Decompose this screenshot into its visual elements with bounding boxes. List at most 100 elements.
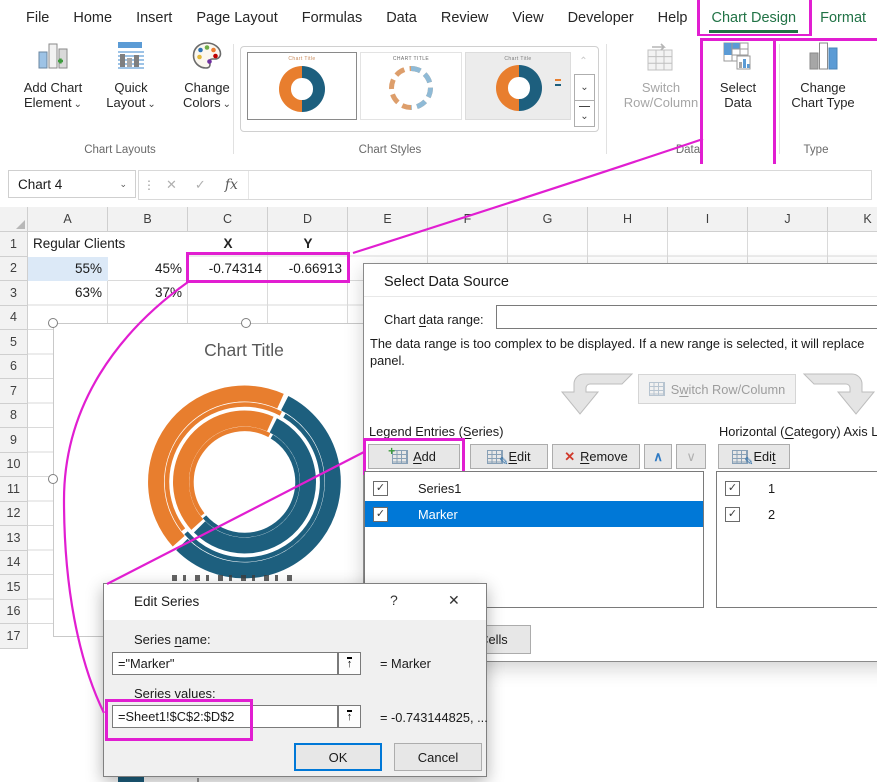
row-header-10[interactable]: 10 [0,453,28,478]
edit-series-button[interactable]: ✎ Edit [470,444,548,469]
checkbox-category-1[interactable]: ✓ [725,481,740,496]
change-colors-button[interactable]: Change Colors⌄ [174,40,240,156]
col-header-A[interactable]: A [28,207,108,232]
chart-style-thumbnail-1[interactable]: Chart Title [247,52,357,120]
select-data-button[interactable]: Select Data [705,40,771,156]
ok-button[interactable]: OK [294,743,382,771]
select-all-corner[interactable] [0,207,28,232]
series-name-input[interactable]: ="Marker" [112,652,338,675]
category-row-1[interactable]: ✓1 [717,475,877,501]
col-header-I[interactable]: I [668,207,748,232]
row-header-11[interactable]: 11 [0,477,28,502]
series-row-series1[interactable]: ✓Series1 [365,475,703,501]
tab-insert[interactable]: Insert [124,2,184,35]
cell-D1[interactable]: Y [268,232,348,257]
tab-view[interactable]: View [500,2,555,35]
col-header-B[interactable]: B [108,207,188,232]
col-header-D[interactable]: D [268,207,348,232]
row-header-2[interactable]: 2 [0,257,28,282]
cell-B3[interactable]: 37% [108,281,188,306]
chart-handle-top-center[interactable] [241,318,251,328]
row-header-8[interactable]: 8 [0,404,28,429]
col-header-C[interactable]: C [188,207,268,232]
enter-icon[interactable]: ✓ [186,177,215,193]
col-header-J[interactable]: J [748,207,828,232]
insert-function-icon[interactable]: fx [215,177,248,193]
remove-series-button[interactable]: ✕ Remove [552,444,640,469]
col-header-K[interactable]: K [828,207,877,232]
chart-handle-mid-left[interactable] [48,474,58,484]
row-header-9[interactable]: 9 [0,428,28,453]
quick-layout-button[interactable]: Quick Layout⌄ [92,40,170,156]
tab-review[interactable]: Review [429,2,501,35]
switch-row-column-dialog-button: Switch Row/Column [638,374,796,404]
formula-input[interactable] [249,171,871,199]
row-header-14[interactable]: 14 [0,551,28,576]
series-values-input[interactable]: =Sheet1!$C$2:$D$2 [112,705,338,728]
chart-handle-top-left[interactable] [48,318,58,328]
row-header-13[interactable]: 13 [0,526,28,551]
gallery-more-button[interactable]: ⌄ [574,100,595,127]
legend-fragment [172,575,297,581]
name-box[interactable]: Chart 4 ⌄ [8,170,136,198]
cell-C2[interactable]: -0.74314 [188,257,268,282]
add-chart-element-button[interactable]: Add Chart Element⌄ [14,40,92,156]
gallery-scroll-up-button[interactable]: ⌃ [574,49,593,74]
row-header-16[interactable]: 16 [0,600,28,625]
tab-chart-design[interactable]: Chart Design [699,2,808,35]
cell-B2[interactable]: 45% [108,257,188,282]
tab-data[interactable]: Data [374,2,429,35]
quick-layout-icon [115,40,147,74]
gallery-scroll-down-button[interactable]: ⌄ [574,74,595,101]
row-header-6[interactable]: 6 [0,355,28,380]
row-header-15[interactable]: 15 [0,575,28,600]
chart-style-thumbnail-3[interactable]: Chart Title [465,52,571,120]
row-header-1[interactable]: 1 [0,232,28,257]
row-header-7[interactable]: 7 [0,379,28,404]
row-header-5[interactable]: 5 [0,330,28,355]
chart-data-range-input[interactable] [496,305,877,329]
row-header-4[interactable]: 4 [0,306,28,331]
add-series-button[interactable]: + Add [368,444,460,469]
dialog-title: Edit Series [134,594,199,609]
tab-format[interactable]: Format [808,2,877,35]
formula-bar-grip[interactable]: ⋮ [139,178,157,192]
row-header-17[interactable]: 17 [0,624,28,649]
cell-D2[interactable]: -0.66913 [268,257,348,282]
checkbox-category-2[interactable]: ✓ [725,507,740,522]
close-icon[interactable]: ✕ [448,592,460,609]
checkbox-marker[interactable]: ✓ [373,507,388,522]
cancel-button[interactable]: Cancel [394,743,482,771]
edit-axis-labels-button[interactable]: ✎ Edit [718,444,790,469]
tab-home[interactable]: Home [61,2,124,35]
range-picker-button[interactable]: ↑ [338,652,361,675]
tab-developer[interactable]: Developer [556,2,646,35]
category-row-2[interactable]: ✓2 [717,501,877,527]
help-icon[interactable]: ? [390,592,398,608]
range-picker-button[interactable]: ↑ [338,705,361,728]
cancel-icon[interactable]: ✕ [157,177,186,193]
row-header-12[interactable]: 12 [0,502,28,527]
cell-A3[interactable]: 63% [28,281,108,306]
cell-A2[interactable]: 55% [28,257,108,282]
move-up-button[interactable]: ∧ [644,444,672,469]
cell-C1[interactable]: X [188,232,268,257]
doughnut-segment[interactable] [205,437,298,535]
change-chart-type-button[interactable]: Change Chart Type [782,40,864,156]
col-header-H[interactable]: H [588,207,668,232]
tab-formulas[interactable]: Formulas [290,2,374,35]
checkbox-series1[interactable]: ✓ [373,481,388,496]
col-header-F[interactable]: F [428,207,508,232]
switch-row-column-icon [644,40,678,74]
cell-A1[interactable]: Regular Clients [28,232,188,257]
row-header-3[interactable]: 3 [0,281,28,306]
col-header-E[interactable]: E [348,207,428,232]
col-header-G[interactable]: G [508,207,588,232]
tab-help[interactable]: Help [646,2,700,35]
category-axis-list[interactable]: ✓1✓2 [716,471,877,608]
tab-file[interactable]: File [14,2,61,35]
tab-page-layout[interactable]: Page Layout [184,2,289,35]
name-box-value: Chart 4 [18,177,62,192]
series-row-marker[interactable]: ✓Marker [365,501,703,527]
chart-style-thumbnail-2[interactable]: CHART TITLE [360,52,462,120]
